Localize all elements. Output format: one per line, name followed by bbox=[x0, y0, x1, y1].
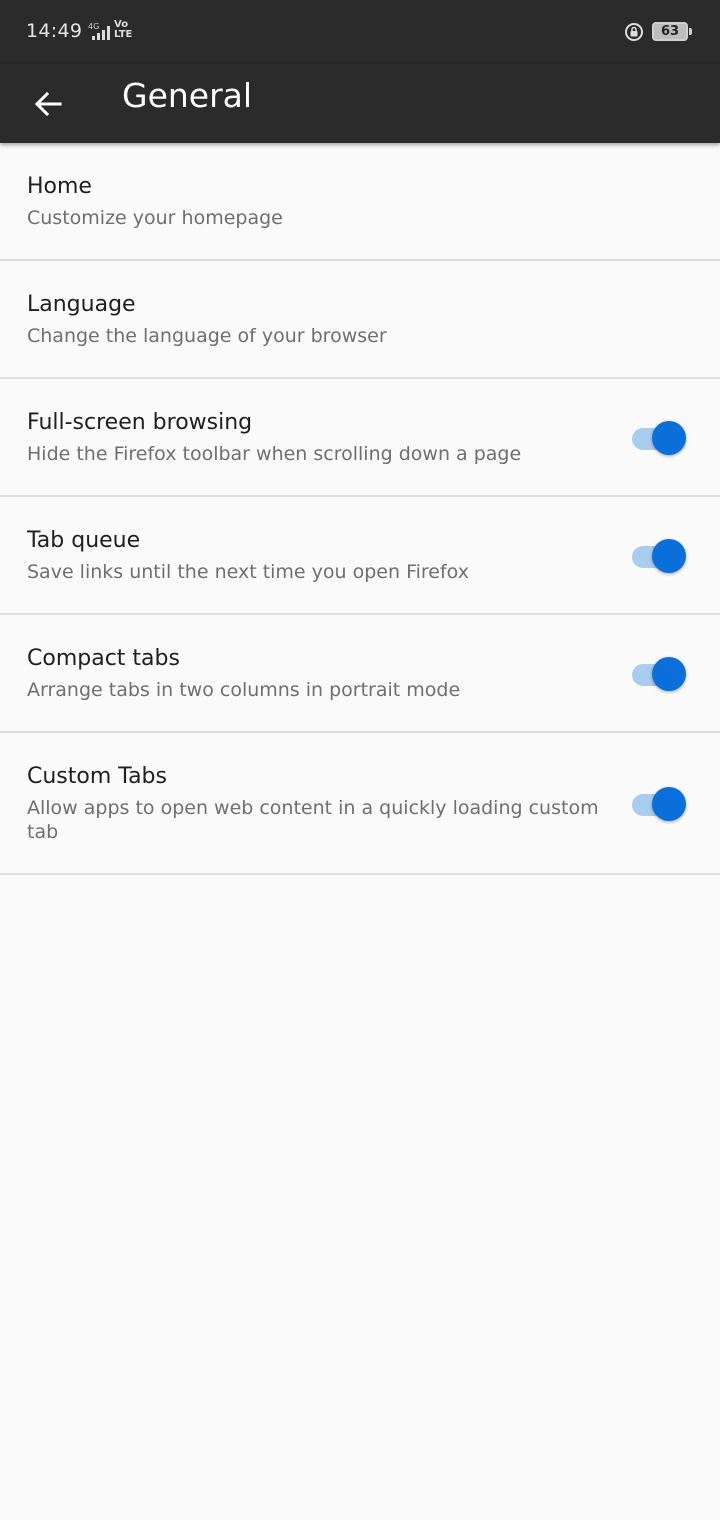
setting-title: Home bbox=[27, 174, 92, 199]
battery-level: 63 bbox=[660, 24, 680, 39]
toggle-thumb bbox=[652, 421, 686, 455]
setting-subtitle: Arrange tabs in two columns in portrait … bbox=[27, 679, 461, 701]
battery-nub bbox=[689, 28, 692, 35]
back-button[interactable] bbox=[20, 76, 76, 132]
setting-title: Custom Tabs bbox=[27, 764, 167, 789]
rotation-lock-icon bbox=[625, 23, 643, 41]
signal-icon bbox=[92, 26, 110, 40]
compact-tabs-toggle[interactable] bbox=[630, 656, 688, 692]
setting-title: Full-screen browsing bbox=[27, 410, 253, 435]
status-bar: 14:49 4G Vo LTE 63 bbox=[0, 0, 720, 64]
setting-subtitle: Change the language of your browser bbox=[27, 325, 387, 347]
app-toolbar: General bbox=[0, 64, 720, 143]
volte-icon: Vo LTE bbox=[114, 20, 132, 40]
toggle-thumb bbox=[652, 657, 686, 691]
setting-custom-tabs[interactable]: Custom Tabs Allow apps to open web conte… bbox=[0, 733, 720, 875]
page-title: General bbox=[122, 76, 253, 115]
setting-tab-queue[interactable]: Tab queue Save links until the next time… bbox=[0, 497, 720, 615]
status-time: 14:49 bbox=[26, 20, 83, 42]
setting-language[interactable]: Language Change the language of your bro… bbox=[0, 261, 720, 379]
setting-subtitle: Allow apps to open web content in a quic… bbox=[27, 797, 599, 843]
setting-compact-tabs[interactable]: Compact tabs Arrange tabs in two columns… bbox=[0, 615, 720, 733]
setting-subtitle: Save links until the next time you open … bbox=[27, 561, 469, 583]
arrow-left-icon bbox=[34, 91, 62, 117]
volte-lte: LTE bbox=[114, 29, 133, 40]
setting-subtitle: Customize your homepage bbox=[27, 207, 283, 229]
tab-queue-toggle[interactable] bbox=[630, 538, 688, 574]
setting-subtitle: Hide the Firefox toolbar when scrolling … bbox=[27, 443, 522, 465]
setting-title: Tab queue bbox=[27, 528, 141, 553]
toggle-thumb bbox=[652, 539, 686, 573]
toggle-thumb bbox=[652, 787, 686, 821]
setting-title: Language bbox=[27, 292, 136, 317]
setting-home[interactable]: Home Customize your homepage bbox=[0, 143, 720, 261]
setting-title: Compact tabs bbox=[27, 646, 180, 671]
custom-tabs-toggle[interactable] bbox=[630, 786, 688, 822]
settings-list: Home Customize your homepage Language Ch… bbox=[0, 143, 720, 875]
setting-full-screen-browsing[interactable]: Full-screen browsing Hide the Firefox to… bbox=[0, 379, 720, 497]
full-screen-browsing-toggle[interactable] bbox=[630, 420, 688, 456]
